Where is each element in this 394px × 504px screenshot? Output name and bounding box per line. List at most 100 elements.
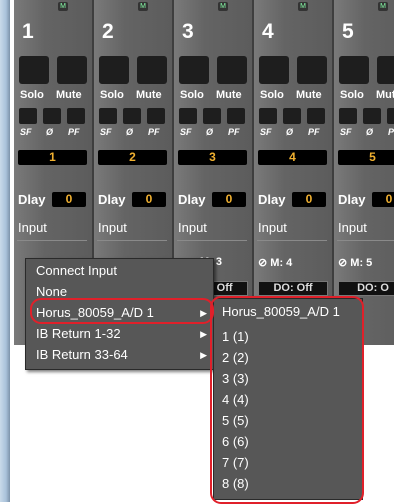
input-label[interactable]: Input	[18, 220, 47, 235]
sf-button[interactable]	[179, 108, 197, 124]
submenu-arrow-icon: ▶	[200, 329, 207, 339]
sf-label: SF	[100, 127, 112, 137]
divider	[257, 240, 327, 241]
solo-button[interactable]	[99, 56, 129, 84]
divider	[97, 240, 167, 241]
phase-button[interactable]	[363, 108, 381, 124]
monitor-icon[interactable]: M	[58, 2, 68, 11]
highlight-horus-item	[30, 298, 214, 324]
mute-button[interactable]	[217, 56, 247, 84]
channel-name-display[interactable]: 3	[178, 150, 247, 165]
delay-label: Dlay	[258, 192, 286, 207]
delay-value[interactable]: 0	[132, 192, 166, 207]
phase-button[interactable]	[203, 108, 221, 124]
delay-label: Dlay	[338, 192, 366, 207]
channel-name-display[interactable]: 2	[98, 150, 167, 165]
input-label[interactable]: Input	[338, 220, 367, 235]
pf-button[interactable]	[227, 108, 245, 124]
pf-button[interactable]	[67, 108, 85, 124]
channel-strip-5: M 5 Solo Mute SF Ø PF 5 Dlay 0 Input ⊘ M…	[334, 0, 394, 345]
channel-number: 1	[22, 20, 34, 43]
solo-button[interactable]	[259, 56, 289, 84]
channel-number: 2	[102, 20, 114, 43]
sf-button[interactable]	[339, 108, 357, 124]
phase-button[interactable]	[123, 108, 141, 124]
pf-label: PF	[148, 127, 160, 137]
menu-item-ib-return-1-32[interactable]: IB Return 1-32	[36, 326, 121, 341]
meter-text: M: 5	[350, 257, 373, 269]
mute-label: Mute	[56, 89, 82, 101]
delay-value[interactable]: 0	[52, 192, 86, 207]
sf-button[interactable]	[19, 108, 37, 124]
meter-label: ⊘ M: 5	[338, 256, 372, 269]
meter-text: M: 4	[270, 257, 293, 269]
channel-name-display[interactable]: 1	[18, 150, 87, 165]
menu-item-none[interactable]: None	[36, 284, 67, 299]
solo-button[interactable]	[339, 56, 369, 84]
monitor-icon[interactable]: M	[298, 2, 308, 11]
screenshot-frame: M 1 Solo Mute SF Ø PF 1 Dlay 0 Input M 2…	[0, 0, 394, 504]
submenu-arrow-icon: ▶	[200, 350, 207, 360]
monitor-icon[interactable]: M	[218, 2, 228, 11]
sf-button[interactable]	[99, 108, 117, 124]
solo-label: Solo	[180, 89, 204, 101]
mute-label: Mute	[296, 89, 322, 101]
phase-label: Ø	[126, 127, 134, 137]
divider	[337, 240, 394, 241]
meter-icon: ⊘	[338, 257, 348, 269]
monitor-icon[interactable]: M	[138, 2, 148, 11]
pf-label: PF	[308, 127, 320, 137]
input-label[interactable]: Input	[258, 220, 287, 235]
channel-strip-4: M 4 Solo Mute SF Ø PF 4 Dlay 0 Input ⊘ M…	[254, 0, 334, 345]
direct-out-button[interactable]: DO: Off	[258, 281, 328, 296]
highlight-submenu	[210, 296, 364, 504]
phase-button[interactable]	[43, 108, 61, 124]
sf-button[interactable]	[259, 108, 277, 124]
pf-button[interactable]	[307, 108, 325, 124]
solo-label: Solo	[20, 89, 44, 101]
pf-label: PF	[228, 127, 240, 137]
pf-button[interactable]	[387, 108, 394, 124]
meter-label: ⊘ M: 4	[258, 256, 292, 269]
channel-name-display[interactable]: 5	[338, 150, 394, 165]
mute-button[interactable]	[297, 56, 327, 84]
delay-label: Dlay	[98, 192, 126, 207]
divider	[17, 240, 87, 241]
pf-label: PF	[388, 127, 394, 137]
channel-number: 4	[262, 20, 274, 43]
input-label[interactable]: Input	[178, 220, 207, 235]
mute-label: Mute	[216, 89, 242, 101]
menu-item-connect-input[interactable]: Connect Input	[36, 263, 117, 278]
pf-label: PF	[68, 127, 80, 137]
input-label[interactable]: Input	[98, 220, 127, 235]
solo-label: Solo	[100, 89, 124, 101]
solo-button[interactable]	[179, 56, 209, 84]
sf-label: SF	[20, 127, 32, 137]
monitor-icon[interactable]: M	[378, 2, 388, 11]
channel-number: 3	[182, 20, 194, 43]
mute-button[interactable]	[377, 56, 394, 84]
delay-value[interactable]: 0	[212, 192, 246, 207]
delay-value[interactable]: 0	[292, 192, 326, 207]
solo-label: Solo	[260, 89, 284, 101]
pf-button[interactable]	[147, 108, 165, 124]
mute-label: Mute	[376, 89, 394, 101]
menu-item-ib-return-33-64[interactable]: IB Return 33-64	[36, 347, 128, 362]
phase-label: Ø	[206, 127, 214, 137]
direct-out-button[interactable]: DO: O	[338, 281, 394, 296]
solo-button[interactable]	[19, 56, 49, 84]
mute-button[interactable]	[137, 56, 167, 84]
channel-name-display[interactable]: 4	[258, 150, 327, 165]
phase-label: Ø	[286, 127, 294, 137]
sf-label: SF	[260, 127, 272, 137]
delay-value[interactable]: 0	[372, 192, 394, 207]
meter-icon: ⊘	[258, 257, 268, 269]
mute-button[interactable]	[57, 56, 87, 84]
channel-number: 5	[342, 20, 354, 43]
window-edge	[0, 0, 10, 502]
delay-label: Dlay	[178, 192, 206, 207]
divider	[177, 240, 247, 241]
phase-button[interactable]	[283, 108, 301, 124]
solo-label: Solo	[340, 89, 364, 101]
sf-label: SF	[180, 127, 192, 137]
